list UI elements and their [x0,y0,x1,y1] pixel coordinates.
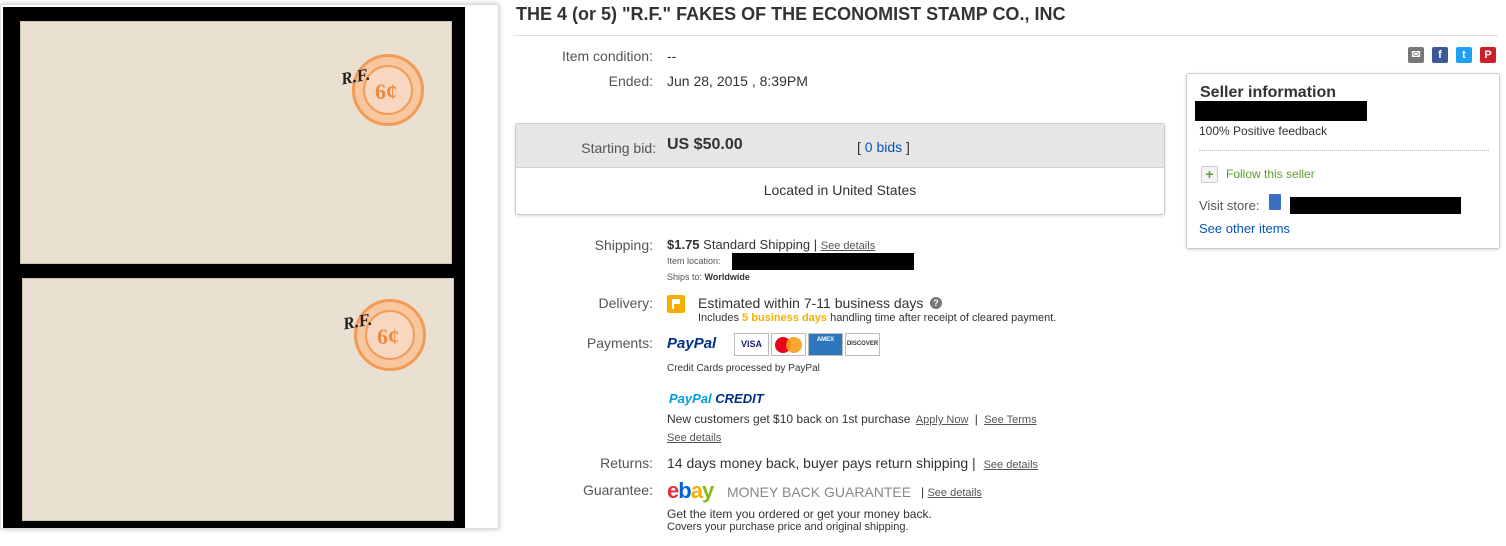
mastercard-icon [771,333,806,356]
item-photo[interactable]: 6¢ R.F. 6¢ R.F. [3,7,465,528]
shipping-service: Standard Shipping | [703,237,818,252]
returns-label: Returns: [600,455,653,471]
follow-seller-link[interactable]: Follow this seller [1226,167,1315,181]
pinterest-share-icon[interactable]: P [1480,47,1496,63]
handling-time: 5 business days [742,312,828,324]
cards-note: Credit Cards processed by PayPal [667,363,820,374]
stamp-denomination: 6¢ [375,79,397,104]
seller-information-box: Seller information 100% Positive feedbac… [1186,73,1500,249]
stamp-imprint-bottom: 6¢ R.F. [341,299,426,371]
bid-box-header: Starting bid: US $50.00 [ 0 bids ] [516,124,1164,168]
item-photo-frame[interactable]: 6¢ R.F. 6¢ R.F. [0,4,499,529]
guarantee-line-2: Covers your purchase price and original … [667,521,909,533]
paypal-credit-logo: PayPal CREDIT [669,391,764,406]
title-divider [513,35,1498,36]
discover-card-icon: DISCOVER [845,333,880,356]
condition-label: Item condition: [561,48,653,64]
visa-card-icon: VISA [734,333,769,356]
see-terms-link[interactable]: See Terms [984,414,1036,426]
shipping-price: $1.75 [667,237,700,252]
visit-store-label: Visit store: [1199,198,1260,213]
starting-bid-price: US $50.00 [667,136,743,153]
email-share-icon[interactable]: ✉ [1408,47,1424,63]
seller-heading: Seller information [1200,84,1337,101]
facebook-share-icon[interactable]: f [1432,47,1448,63]
shipping-details-link[interactable]: See details [821,240,875,252]
guarantee-label: Guarantee: [582,482,653,498]
item-location-line: Located in United States [763,182,917,198]
store-icon[interactable] [1269,194,1281,210]
help-icon[interactable]: ? [930,297,942,309]
delivery-flag-icon [667,295,685,313]
ships-to-value: Worldwide [704,272,750,282]
ended-label: Ended: [608,73,653,89]
seller-name-redacted [1195,101,1367,121]
envelope-image-bottom: 6¢ R.F. [22,278,454,521]
item-title: THE 4 (or 5) "R.F." FAKES OF THE ECONOMI… [516,4,1066,24]
store-name-redacted[interactable] [1290,197,1461,214]
amex-card-icon: AMEX [808,333,843,356]
follow-plus-icon[interactable]: + [1201,166,1218,183]
shipping-label: Shipping: [594,237,653,253]
ebay-logo: ebay [667,478,714,503]
condition-value: -- [667,48,677,64]
guarantee-line-1: Get the item you ordered or get your mon… [667,507,932,521]
guarantee-details-link[interactable]: See details [927,487,981,499]
payments-details-link[interactable]: See details [667,432,721,444]
payments-label: Payments: [586,335,653,351]
seller-feedback: 100% Positive feedback [1199,124,1328,138]
paypal-credit-offer: New customers get $10 back on 1st purcha… [667,412,911,426]
envelope-image-top: 6¢ R.F. [20,21,452,264]
returns-policy: 14 days money back, buyer pays return sh… [667,455,976,471]
delivery-estimate: Estimated within 7-11 business days [698,295,924,311]
ended-value: Jun 28, 2015 , 8:39PM [667,73,808,89]
item-location-label: Item location: [667,256,721,266]
item-location-redacted [732,253,914,270]
apply-now-link[interactable]: Apply Now [916,414,969,426]
stamp-imprint-top: 6¢ R.F. [339,54,424,126]
bid-count-link[interactable]: 0 bids [865,139,902,155]
ships-to-label: Ships to: [667,272,703,282]
twitter-share-icon[interactable]: t [1456,47,1472,63]
paypal-logo: PayPal [667,335,717,352]
starting-bid-label: Starting bid: [581,140,656,156]
money-back-guarantee: MONEY BACK GUARANTEE [727,484,912,500]
see-other-items-link[interactable]: See other items [1199,221,1290,236]
bid-box: Starting bid: US $50.00 [ 0 bids ] Locat… [515,123,1165,215]
returns-details-link[interactable]: See details [984,459,1038,471]
stamp-denomination: 6¢ [377,324,399,349]
delivery-label: Delivery: [598,295,653,311]
